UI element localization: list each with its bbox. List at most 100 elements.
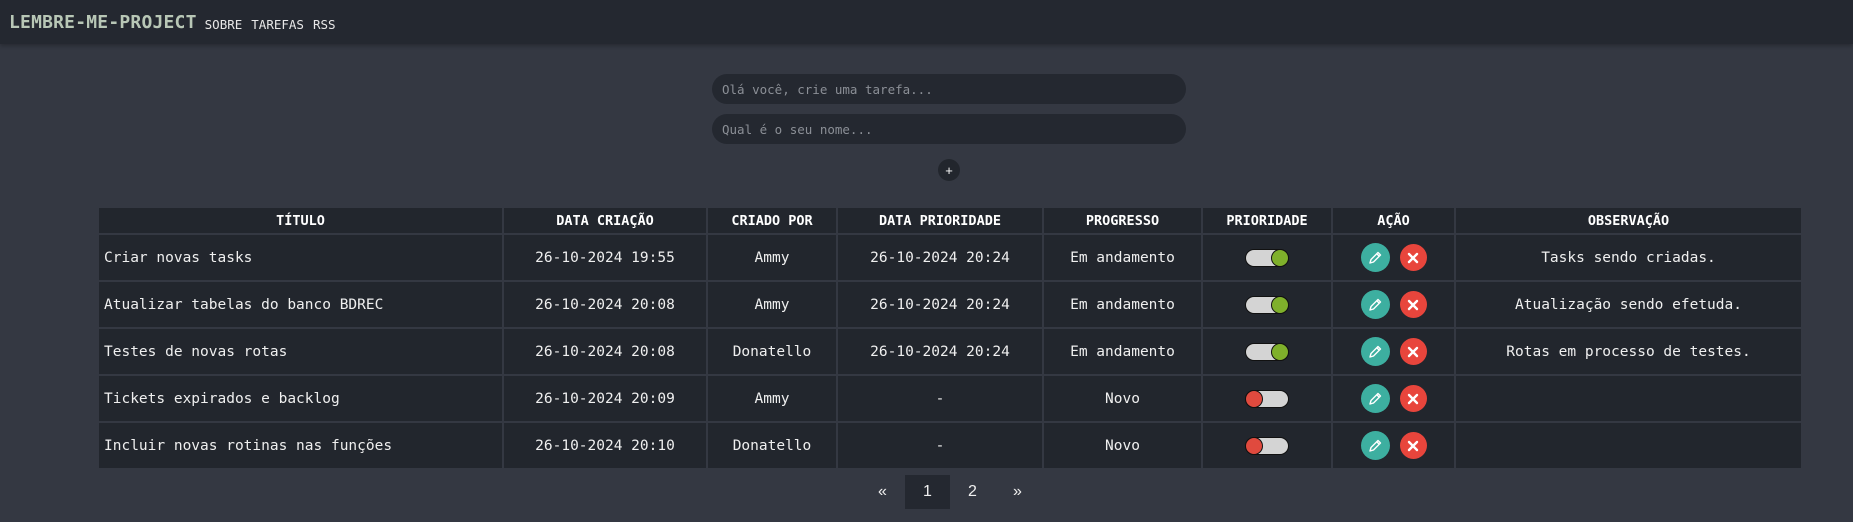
priority-date: 26-10-2024 20:24 bbox=[836, 327, 1044, 376]
edit-button[interactable] bbox=[1360, 337, 1390, 366]
priority-cell bbox=[1201, 233, 1333, 282]
column-header-prioridade: PRIORIDADE bbox=[1201, 206, 1333, 235]
toggle-knob bbox=[1271, 295, 1289, 314]
pagination-prev[interactable]: « bbox=[860, 475, 905, 509]
priority-cell bbox=[1201, 421, 1333, 470]
progress-status: Em andamento bbox=[1042, 327, 1203, 376]
progress-status: Em andamento bbox=[1042, 233, 1203, 282]
nav-link-sobre[interactable]: SOBRE bbox=[205, 17, 243, 32]
action-cell bbox=[1331, 233, 1456, 282]
edit-button[interactable] bbox=[1360, 384, 1390, 413]
task-title: Criar novas tasks bbox=[97, 233, 504, 282]
edit-button[interactable] bbox=[1360, 431, 1390, 460]
priority-toggle[interactable] bbox=[1245, 389, 1289, 408]
tasks-table: TÍTULO DATA CRIAÇÃO CRIADO POR DATA PRIO… bbox=[97, 206, 1803, 470]
observation: Atualização sendo efetuda. bbox=[1454, 280, 1803, 329]
priority-date: - bbox=[836, 374, 1044, 423]
action-cell bbox=[1331, 421, 1456, 470]
delete-button[interactable] bbox=[1399, 385, 1427, 412]
table-row: Tickets expirados e backlog 26-10-2024 2… bbox=[97, 374, 1803, 423]
toggle-knob bbox=[1271, 342, 1289, 361]
column-header-observacao: OBSERVAÇÃO bbox=[1454, 206, 1803, 235]
close-icon bbox=[1407, 393, 1419, 404]
priority-toggle[interactable] bbox=[1245, 295, 1289, 314]
delete-button[interactable] bbox=[1399, 244, 1427, 271]
close-icon bbox=[1407, 252, 1419, 263]
nav-link-tarefas[interactable]: TAREFAS bbox=[251, 17, 304, 32]
toggle-knob bbox=[1245, 389, 1263, 408]
table-row: Atualizar tabelas do banco BDREC 26-10-2… bbox=[97, 280, 1803, 329]
edit-button[interactable] bbox=[1360, 290, 1390, 319]
author: Donatello bbox=[706, 327, 838, 376]
edit-button[interactable] bbox=[1360, 243, 1390, 272]
delete-button[interactable] bbox=[1399, 432, 1427, 459]
action-cell bbox=[1331, 280, 1456, 329]
task-title: Tickets expirados e backlog bbox=[97, 374, 504, 423]
column-header-progresso: PROGRESSO bbox=[1042, 206, 1203, 235]
column-header-data-criacao: DATA CRIAÇÃO bbox=[502, 206, 708, 235]
pencil-icon bbox=[1369, 345, 1382, 358]
priority-toggle[interactable] bbox=[1245, 248, 1289, 267]
observation bbox=[1454, 421, 1803, 470]
table-row: Criar novas tasks 26-10-2024 19:55 Ammy … bbox=[97, 233, 1803, 282]
author: Ammy bbox=[706, 233, 838, 282]
brand-title[interactable]: LEMBRE-ME-PROJECT bbox=[9, 12, 197, 33]
action-cell bbox=[1331, 374, 1456, 423]
task-form bbox=[712, 74, 1186, 154]
add-task-button[interactable]: + bbox=[938, 159, 960, 181]
task-title: Testes de novas rotas bbox=[97, 327, 504, 376]
priority-toggle[interactable] bbox=[1245, 342, 1289, 361]
priority-date: 26-10-2024 20:24 bbox=[836, 233, 1044, 282]
toggle-knob bbox=[1271, 248, 1289, 267]
task-title: Incluir novas rotinas nas funções bbox=[97, 421, 504, 470]
created-date: 26-10-2024 20:08 bbox=[502, 280, 708, 329]
author: Donatello bbox=[706, 421, 838, 470]
toggle-knob bbox=[1245, 436, 1263, 455]
main-nav: SOBRE TAREFAS RSS bbox=[205, 17, 336, 32]
priority-toggle[interactable] bbox=[1245, 436, 1289, 455]
top-bar: LEMBRE-ME-PROJECT SOBRE TAREFAS RSS bbox=[0, 0, 1853, 44]
priority-cell bbox=[1201, 374, 1333, 423]
progress-status: Novo bbox=[1042, 374, 1203, 423]
pagination-next[interactable]: » bbox=[995, 475, 1040, 509]
column-header-data-prioridade: DATA PRIORIDADE bbox=[836, 206, 1044, 235]
pencil-icon bbox=[1369, 251, 1382, 264]
created-date: 26-10-2024 20:09 bbox=[502, 374, 708, 423]
close-icon bbox=[1407, 440, 1419, 451]
task-input[interactable] bbox=[712, 74, 1186, 104]
progress-status: Em andamento bbox=[1042, 280, 1203, 329]
created-date: 26-10-2024 19:55 bbox=[502, 233, 708, 282]
pagination-page-2[interactable]: 2 bbox=[950, 475, 995, 509]
author: Ammy bbox=[706, 280, 838, 329]
observation bbox=[1454, 374, 1803, 423]
delete-button[interactable] bbox=[1399, 338, 1427, 365]
table-row: Testes de novas rotas 26-10-2024 20:08 D… bbox=[97, 327, 1803, 376]
priority-date: 26-10-2024 20:24 bbox=[836, 280, 1044, 329]
author: Ammy bbox=[706, 374, 838, 423]
observation: Rotas em processo de testes. bbox=[1454, 327, 1803, 376]
observation: Tasks sendo criadas. bbox=[1454, 233, 1803, 282]
nav-link-rss[interactable]: RSS bbox=[313, 17, 336, 32]
close-icon bbox=[1407, 346, 1419, 357]
name-input[interactable] bbox=[712, 114, 1186, 144]
close-icon bbox=[1407, 299, 1419, 310]
column-header-titulo: TÍTULO bbox=[97, 206, 504, 235]
pencil-icon bbox=[1369, 392, 1382, 405]
table-header-row: TÍTULO DATA CRIAÇÃO CRIADO POR DATA PRIO… bbox=[97, 206, 1803, 235]
created-date: 26-10-2024 20:10 bbox=[502, 421, 708, 470]
pencil-icon bbox=[1369, 439, 1382, 452]
progress-status: Novo bbox=[1042, 421, 1203, 470]
column-header-criado-por: CRIADO POR bbox=[706, 206, 838, 235]
created-date: 26-10-2024 20:08 bbox=[502, 327, 708, 376]
pagination-page-1[interactable]: 1 bbox=[905, 475, 950, 509]
delete-button[interactable] bbox=[1399, 291, 1427, 318]
priority-cell bbox=[1201, 327, 1333, 376]
action-cell bbox=[1331, 327, 1456, 376]
column-header-acao: AÇÃO bbox=[1331, 206, 1456, 235]
priority-date: - bbox=[836, 421, 1044, 470]
priority-cell bbox=[1201, 280, 1333, 329]
pencil-icon bbox=[1369, 298, 1382, 311]
task-title: Atualizar tabelas do banco BDREC bbox=[97, 280, 504, 329]
table-row: Incluir novas rotinas nas funções 26-10-… bbox=[97, 421, 1803, 470]
pagination: « 1 2 » bbox=[860, 475, 1040, 509]
